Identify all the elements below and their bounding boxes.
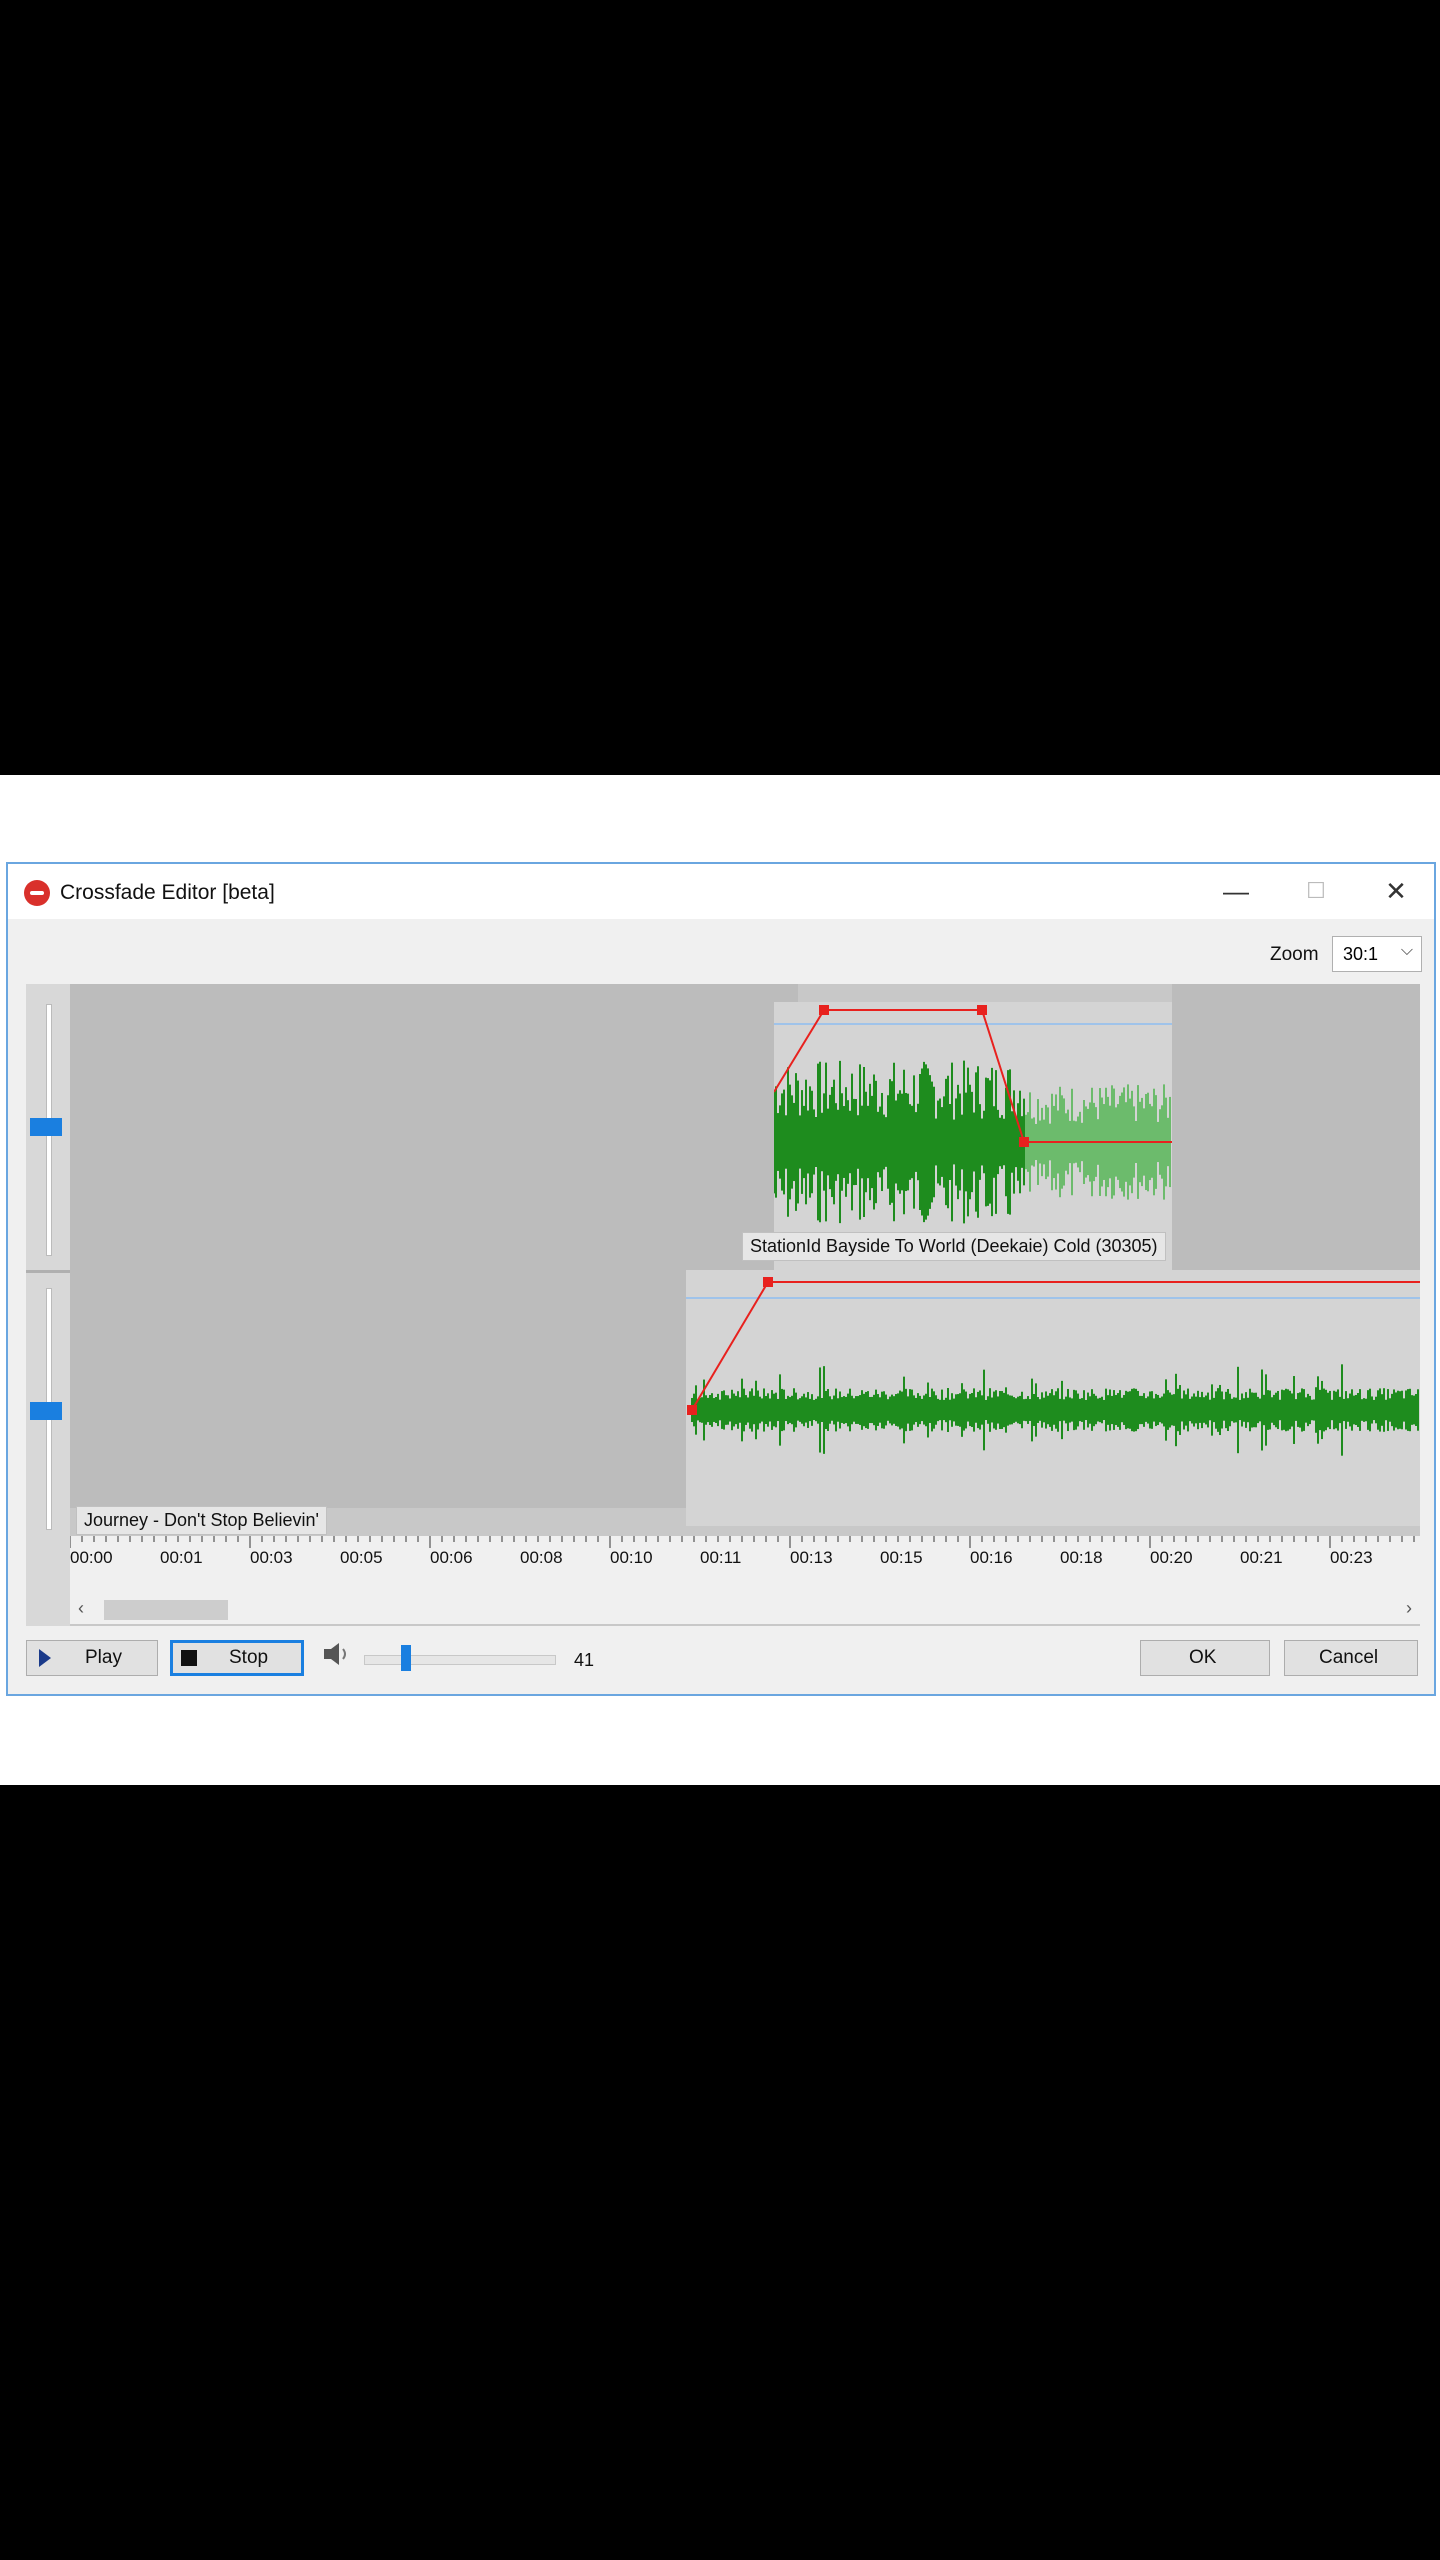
upper-track-label: StationId Bayside To World (Deekaie) Col… (742, 1232, 1166, 1261)
chevron-down-icon: ⌵ (1400, 942, 1413, 959)
play-icon (39, 1649, 51, 1667)
zoom-select[interactable]: 30:1 ⌵ (1332, 936, 1422, 972)
envelope-point (819, 1005, 829, 1015)
timeline-tick-label: 00:00 (70, 1548, 113, 1567)
upper-track-empty-area-right (1172, 984, 1420, 1270)
cancel-button[interactable]: Cancel (1284, 1640, 1418, 1676)
ok-button[interactable]: OK (1140, 1640, 1270, 1676)
maximize-button[interactable]: ☐ (1296, 874, 1336, 908)
timeline-tick-label: 00:10 (610, 1548, 653, 1567)
stop-button[interactable]: Stop (170, 1640, 304, 1676)
scroll-right-icon[interactable]: › (1406, 1598, 1412, 1619)
zoom-label: Zoom (1270, 944, 1319, 965)
envelope-point (977, 1005, 987, 1015)
app-logo-icon (24, 880, 50, 906)
timeline-ruler[interactable]: 00:00 00:01 00:03 00:05 00:06 00:08 00:10 00:11… (70, 1536, 1420, 1596)
timeline-tick-label: 00:21 (1240, 1548, 1283, 1567)
scroll-left-icon[interactable]: ‹ (78, 1598, 84, 1619)
volume-slider-track[interactable] (364, 1655, 556, 1665)
scrollbar-thumb[interactable] (104, 1600, 228, 1620)
timeline-tick-label: 00:03 (250, 1548, 293, 1567)
envelope-point (1019, 1137, 1029, 1147)
horizontal-scrollbar[interactable]: ‹ › (70, 1596, 1420, 1624)
crossfade-editor-window: Crossfade Editor [beta] — ☐ ✕ Zoom 30:1 … (6, 862, 1436, 1696)
upper-waveform (774, 1005, 1172, 1224)
title-bar: Crossfade Editor [beta] — ☐ ✕ (8, 864, 1434, 919)
volume-value: 41 (574, 1650, 595, 1670)
lower-fade-envelope (691, 1281, 1420, 1411)
timeline-tick-label: 00:05 (340, 1548, 383, 1567)
timeline-tick-label: 00:18 (1060, 1548, 1103, 1567)
play-label: Play (85, 1647, 122, 1668)
timeline-tick-label: 00:23 (1330, 1548, 1373, 1567)
waveform-editor[interactable]: StationId Bayside To World (Deekaie) Col… (26, 984, 1420, 1626)
upper-gain-slider-thumb[interactable] (30, 1118, 62, 1136)
timeline-tick-label: 00:20 (1150, 1548, 1193, 1567)
lower-track-clip[interactable] (686, 1270, 1420, 1526)
timeline-tick-label: 00:15 (880, 1548, 923, 1567)
envelope-point (687, 1405, 697, 1415)
lower-track-label: Journey - Don't Stop Believin' (76, 1506, 327, 1535)
timeline-tick-label: 00:01 (160, 1548, 203, 1567)
close-button[interactable]: ✕ (1376, 874, 1416, 908)
lower-gain-slider-thumb[interactable] (30, 1402, 62, 1420)
upper-track-empty-area (70, 984, 798, 1270)
speaker-icon (322, 1640, 352, 1673)
stop-label: Stop (229, 1647, 269, 1668)
lower-waveform (686, 1277, 1420, 1456)
minimize-button[interactable]: — (1216, 874, 1256, 908)
timeline-tick-label: 00:13 (790, 1548, 833, 1567)
timeline-tick-label: 00:08 (520, 1548, 563, 1567)
volume-slider-thumb[interactable] (400, 1645, 411, 1671)
stop-icon (181, 1650, 197, 1666)
play-button[interactable]: Play (26, 1640, 158, 1676)
lower-track-empty-area (70, 1270, 686, 1508)
timeline-tick-label: 00:16 (970, 1548, 1013, 1567)
upper-track-clip[interactable] (774, 1002, 1172, 1270)
envelope-point (763, 1277, 773, 1287)
zoom-value: 30:1 (1343, 944, 1379, 964)
timeline-tick-label: 00:06 (430, 1548, 473, 1567)
timeline-tick-label: 00:11 (700, 1548, 742, 1567)
cancel-label: Cancel (1319, 1647, 1379, 1668)
track-separator (26, 1270, 70, 1273)
ok-label: OK (1189, 1647, 1217, 1668)
track-gain-column (26, 984, 70, 1626)
window-title: Crossfade Editor [beta] (60, 881, 275, 904)
